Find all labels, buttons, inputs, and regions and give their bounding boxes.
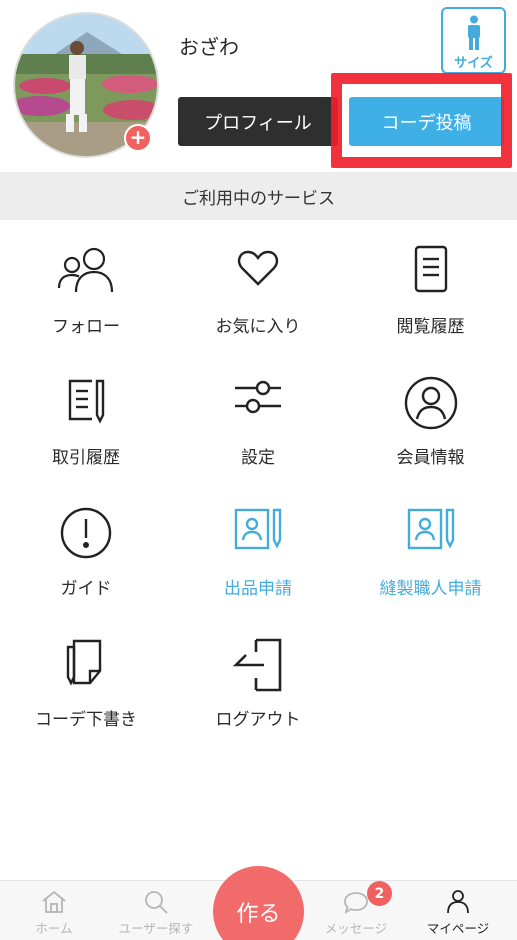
tab-label: ホーム: [35, 921, 73, 936]
sliders-icon: [235, 380, 281, 414]
document-pen-icon: [68, 379, 105, 424]
service-transactions[interactable]: 取引履歴: [0, 351, 172, 482]
service-label: ガイド: [60, 579, 112, 599]
exclamation-circle-icon: [60, 507, 112, 559]
service-label: 縫製職人申請: [379, 579, 482, 599]
draft-icon: [66, 639, 102, 686]
document-icon: [414, 245, 447, 293]
create-button[interactable]: 作る: [213, 866, 304, 940]
tab-search-users[interactable]: ユーザー探す: [106, 881, 206, 940]
id-card-pen-icon: [234, 508, 282, 550]
profile-button[interactable]: プロフィール: [178, 97, 338, 146]
service-follow[interactable]: フォロー: [0, 220, 172, 351]
post-outfit-button[interactable]: コーデ投稿: [349, 97, 504, 146]
service-history[interactable]: 閲覧履歴: [344, 220, 517, 351]
logout-icon: [232, 638, 282, 692]
service-label: コーデ下書き: [35, 710, 137, 730]
service-guide[interactable]: ガイド: [0, 482, 172, 613]
service-label: お気に入り: [215, 317, 301, 337]
service-member-info[interactable]: 会員情報: [344, 351, 517, 482]
username: おざわ: [179, 35, 239, 59]
tab-label: メッセージ: [324, 921, 388, 936]
service-drafts[interactable]: コーデ下書き: [0, 613, 172, 744]
service-favorites[interactable]: お気に入り: [172, 220, 344, 351]
service-settings[interactable]: 設定: [172, 351, 344, 482]
section-header: ご利用中のサービス: [0, 172, 517, 220]
messages-badge: 2: [367, 881, 392, 906]
user-circle-icon: [404, 376, 457, 430]
services-grid: フォロー お気に入り 閲覧履歴 取引履歴 設定 会員情報 ガイド 出品申請 縫製…: [0, 220, 517, 744]
size-button-label: サイズ: [454, 56, 493, 71]
service-tailor-application[interactable]: 縫製職人申請: [344, 482, 517, 613]
add-photo-button[interactable]: +: [124, 124, 152, 152]
size-button[interactable]: サイズ: [441, 7, 506, 74]
service-label: フォロー: [52, 317, 120, 337]
service-logout[interactable]: ログアウト: [172, 613, 344, 744]
chat-bubble-icon: [344, 892, 368, 914]
service-label: 取引履歴: [52, 448, 120, 468]
user-icon: [447, 890, 469, 914]
tab-label: マイページ: [426, 921, 490, 936]
home-icon: [42, 890, 66, 913]
heart-icon: [237, 250, 279, 286]
person-icon: [467, 15, 480, 50]
service-label: 出品申請: [224, 579, 292, 599]
id-card-pen-icon: [407, 508, 454, 550]
tab-home[interactable]: ホーム: [4, 881, 104, 940]
users-icon: [57, 247, 114, 293]
tab-mypage[interactable]: マイページ: [408, 881, 508, 940]
service-listing-application[interactable]: 出品申請: [172, 482, 344, 613]
service-label: 閲覧履歴: [396, 317, 465, 337]
search-icon: [145, 891, 168, 914]
tab-label: ユーザー探す: [118, 921, 194, 936]
service-label: 会員情報: [396, 448, 465, 468]
service-label: ログアウト: [215, 710, 301, 730]
plus-icon: +: [129, 125, 147, 149]
service-label: 設定: [241, 448, 275, 468]
